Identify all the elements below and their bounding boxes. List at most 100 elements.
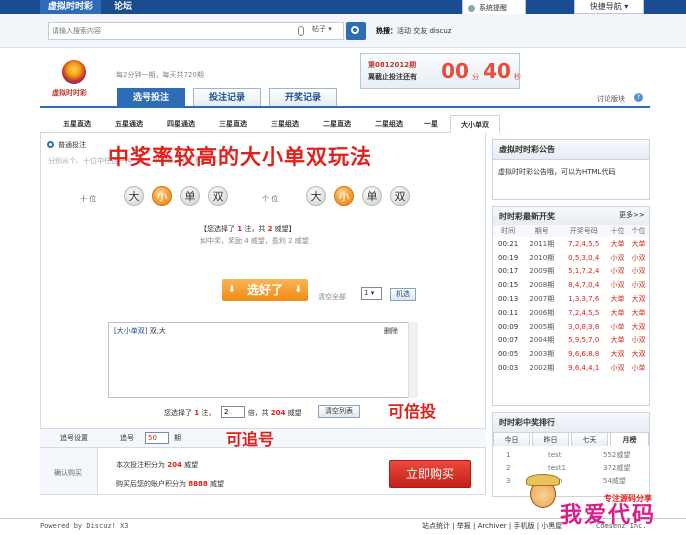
watermark-title: 我爱代码 bbox=[560, 502, 657, 528]
table-row: 00:17 2009期 5,1,7,2,4 小双 小双 bbox=[493, 265, 649, 279]
sel-pre: 【您选择了 bbox=[200, 225, 238, 233]
sel-mid: 注，共 bbox=[242, 225, 268, 233]
bet-value: 双,大 bbox=[147, 327, 166, 335]
table-cell: 00:21 bbox=[498, 239, 519, 248]
tab-pick-numbers[interactable]: 选号投注 bbox=[117, 88, 185, 106]
table-cell: 00:03 bbox=[498, 364, 519, 373]
logo-text: 虚拟时时彩 bbox=[52, 89, 87, 97]
table-row: 00:11 2006期 7,2,4,5,5 大单 大单 bbox=[493, 306, 649, 320]
multiple-input[interactable] bbox=[221, 406, 245, 418]
tab-bet-records[interactable]: 投注记录 bbox=[193, 88, 261, 106]
chase-periods-input[interactable] bbox=[145, 432, 169, 444]
tens-ball-even[interactable]: 双 bbox=[208, 186, 228, 206]
bet-list-item[interactable]: [大小单双] 双,大 bbox=[114, 326, 166, 336]
more-link[interactable]: 更多>> bbox=[619, 210, 645, 220]
table-cell: 2007期 bbox=[529, 295, 555, 304]
tens-ball-big[interactable]: 大 bbox=[124, 186, 144, 206]
table-cell: 大单 bbox=[610, 336, 625, 345]
bet-list-scrollbar[interactable] bbox=[408, 322, 418, 398]
table-cell: 小单 bbox=[631, 364, 646, 373]
list-item: 3zhin54威望 bbox=[493, 475, 649, 488]
tens-ball-odd[interactable]: 单 bbox=[180, 186, 200, 206]
footer-links[interactable]: 站点统计 | 举报 | Archiver | 手机版 | 小黑屋 bbox=[422, 521, 562, 531]
rank-tab-month[interactable]: 月榜 bbox=[610, 432, 649, 446]
nav-virtual-lottery[interactable]: 虚拟时时彩 bbox=[40, 0, 102, 14]
table-cell: 7,2,4,5,5 bbox=[568, 239, 600, 248]
cost-unit: 威望 bbox=[181, 461, 199, 469]
remain-line: 购买后您的账户积分为 8888 威望 bbox=[116, 479, 224, 489]
latest-col-header: 个位 bbox=[628, 225, 649, 237]
hot-search: 热搜：活动 交友 discuz bbox=[376, 26, 451, 36]
system-remind-label: 系统提醒 bbox=[479, 4, 507, 12]
sum-total: 204 bbox=[270, 409, 286, 417]
discussion-board-link[interactable]: 讨论版块 bbox=[597, 94, 625, 104]
tens-ball-small[interactable]: 小 bbox=[152, 186, 172, 206]
subtab-three-group[interactable]: 三星组选 bbox=[262, 115, 308, 133]
units-ball-small[interactable]: 小 bbox=[334, 186, 354, 206]
ranking-title: 时时彩中奖排行 bbox=[493, 413, 649, 433]
choose-done-button[interactable]: ⬇ 选好了 ⬇ bbox=[222, 279, 308, 301]
search-button[interactable] bbox=[346, 22, 366, 40]
table-row: 00:21 2011期 7,2,4,5,5 大单 大单 bbox=[493, 237, 649, 251]
latest-col-header: 时间 bbox=[493, 225, 524, 237]
help-icon[interactable]: ? bbox=[634, 93, 643, 102]
bet-delete-link[interactable]: 删除 bbox=[384, 326, 398, 336]
table-cell: 小双 bbox=[631, 253, 646, 262]
rank-cell: 3 bbox=[506, 477, 511, 485]
random-count-value: 1 bbox=[364, 289, 369, 297]
chase-unit: 期 bbox=[174, 434, 181, 442]
nav-forum[interactable]: 论坛 bbox=[106, 0, 140, 14]
countdown-seconds: 40 bbox=[483, 59, 511, 83]
search-input[interactable] bbox=[52, 24, 292, 38]
bet-type: [大小单双] bbox=[114, 327, 148, 335]
latest-draws-table: 时间 期号 开奖号码 十位 个位 00:21 2011期 7,2,4,5,5 大单 大单 00:1… bbox=[493, 225, 649, 375]
random-pick-button[interactable]: 机选 bbox=[390, 288, 416, 301]
table-row: 00:03 2002期 9,6,4,4,1 小双 小单 bbox=[493, 361, 649, 375]
search-scope-select[interactable]: 帖子 ▾ bbox=[312, 24, 332, 34]
sum-pre: 您选择了 bbox=[164, 409, 195, 417]
rank-tab-today[interactable]: 今日 bbox=[493, 432, 530, 446]
cost-line: 本次投注积分为 204 威望 bbox=[116, 460, 198, 470]
subtab-five-direct[interactable]: 五星直选 bbox=[54, 115, 100, 133]
rank-tab-week[interactable]: 七天 bbox=[571, 432, 608, 446]
subtab-three-direct[interactable]: 三星直选 bbox=[210, 115, 256, 133]
minutes-unit: 分 bbox=[472, 73, 479, 81]
units-ball-odd[interactable]: 单 bbox=[362, 186, 382, 206]
hot-search-links[interactable]: 活动 交友 discuz bbox=[397, 27, 451, 35]
prize-info: 如中奖，奖励 4 威望，盈利 2 威望 bbox=[200, 237, 309, 245]
subtab-one-star[interactable]: 一星 bbox=[416, 115, 446, 133]
clear-all-link[interactable]: 清空全部 bbox=[318, 292, 346, 302]
table-cell: 1,3,3,7,6 bbox=[568, 295, 600, 304]
choose-done-label: 选好了 bbox=[246, 283, 283, 297]
table-cell: 小单 bbox=[610, 322, 625, 331]
table-cell: 0,5,3,0,4 bbox=[568, 253, 600, 262]
bell-icon bbox=[468, 5, 475, 12]
table-cell: 小双 bbox=[610, 364, 625, 373]
clear-list-button[interactable]: 清空列表 bbox=[318, 405, 360, 418]
subtab-four-general[interactable]: 四星通选 bbox=[158, 115, 204, 133]
normal-bet-radio[interactable] bbox=[47, 141, 54, 148]
chase-settings-label: 追号设置 bbox=[60, 434, 88, 442]
table-cell: 5,1,7,2,4 bbox=[568, 267, 600, 276]
tens-label: 十 位 bbox=[80, 195, 97, 203]
table-cell: 大单 bbox=[631, 239, 646, 248]
rank-tab-yesterday[interactable]: 昨日 bbox=[532, 432, 569, 446]
microphone-icon[interactable] bbox=[298, 26, 304, 36]
subtab-two-direct[interactable]: 二星直选 bbox=[314, 115, 360, 133]
subtab-big-small-odd-even[interactable]: 大小单双 bbox=[450, 115, 500, 133]
remain-value: 8888 bbox=[188, 480, 208, 488]
rank-cell: 2 bbox=[506, 464, 511, 472]
lottery-logo-icon bbox=[62, 60, 86, 84]
subtab-two-group[interactable]: 二星组选 bbox=[366, 115, 412, 133]
quick-nav-dropdown[interactable]: 快捷导航 ▾ bbox=[574, 0, 644, 14]
subtab-five-general[interactable]: 五星通选 bbox=[106, 115, 152, 133]
countdown-minutes: 00 bbox=[441, 59, 469, 83]
tab-draw-records[interactable]: 开奖记录 bbox=[269, 88, 337, 106]
table-cell: 小双 bbox=[631, 281, 646, 290]
buy-now-button[interactable]: 立即购买 bbox=[389, 460, 471, 488]
units-ball-big[interactable]: 大 bbox=[306, 186, 326, 206]
units-ball-even[interactable]: 双 bbox=[390, 186, 410, 206]
table-row: 00:09 2005期 3,0,8,3,8 小单 大双 bbox=[493, 320, 649, 334]
random-count-select[interactable]: 1 ▾ bbox=[361, 287, 382, 300]
sel-unit: 威望】 bbox=[272, 225, 296, 233]
